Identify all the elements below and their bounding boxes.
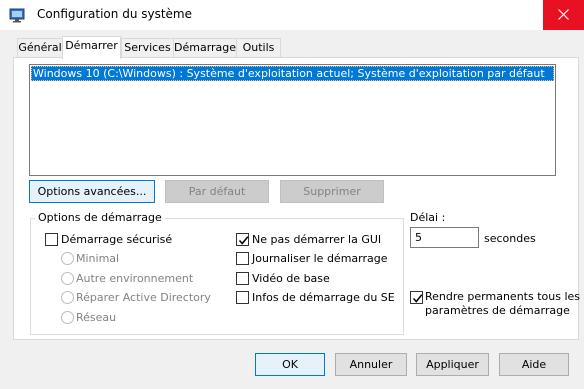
window-title: Configuration du système (37, 7, 192, 21)
tab-outils[interactable]: Outils (236, 38, 281, 58)
apply-button[interactable]: Appliquer (416, 353, 489, 376)
safe-boot-checkbox[interactable] (45, 233, 58, 246)
checkmark-icon (412, 294, 423, 303)
advanced-options-button[interactable]: Options avancées... (29, 180, 155, 203)
ok-button[interactable]: OK (255, 353, 325, 376)
no-gui-boot-checkbox[interactable] (236, 233, 249, 246)
make-permanent-label-line2: paramètres de démarrage (425, 304, 570, 317)
radio-ad-repair[interactable] (61, 291, 74, 304)
radio-alternate-shell-label: Autre environnement (76, 272, 194, 285)
os-boot-info-checkbox[interactable] (236, 291, 249, 304)
boot-options-title: Options de démarrage (35, 211, 165, 224)
no-gui-boot-label: Ne pas démarrer la GUI (252, 233, 382, 246)
close-button[interactable] (543, 0, 584, 30)
radio-minimal[interactable] (61, 252, 74, 265)
os-boot-info-label: Infos de démarrage du SE (252, 291, 395, 304)
radio-minimal-label: Minimal (76, 252, 120, 265)
delete-button[interactable]: Supprimer (280, 180, 384, 203)
help-button[interactable]: Aide (499, 353, 569, 376)
close-icon (558, 9, 569, 20)
base-video-checkbox[interactable] (236, 272, 249, 285)
boot-log-checkbox[interactable] (236, 252, 249, 265)
list-item[interactable]: Windows 10 (C:\Windows) : Système d'expl… (31, 66, 554, 81)
make-permanent-label-line1: Rendre permanents tous les (425, 290, 580, 303)
tab-general[interactable]: Général (17, 38, 63, 58)
safe-boot-label: Démarrage sécurisé (61, 233, 173, 246)
radio-ad-repair-label: Réparer Active Directory (76, 291, 211, 304)
system-config-icon (9, 7, 25, 23)
tab-demarrer[interactable]: Démarrer (62, 36, 121, 59)
checkmark-icon (238, 236, 249, 245)
radio-alternate-shell[interactable] (61, 272, 74, 285)
make-permanent-checkbox[interactable] (410, 291, 423, 304)
tab-demarrage[interactable]: Démarrage (173, 38, 237, 58)
timeout-input[interactable]: 5 (410, 227, 479, 248)
radio-network-label: Réseau (76, 311, 117, 324)
tab-services[interactable]: Services (121, 38, 174, 58)
timeout-unit-label: secondes (484, 232, 536, 245)
set-default-button[interactable]: Par défaut (165, 180, 269, 203)
cancel-button[interactable]: Annuler (335, 353, 407, 376)
radio-network[interactable] (61, 311, 74, 324)
timeout-label: Délai : (410, 211, 446, 224)
base-video-label: Vidéo de base (252, 272, 330, 285)
boot-log-label: Journaliser le démarrage (252, 252, 388, 265)
